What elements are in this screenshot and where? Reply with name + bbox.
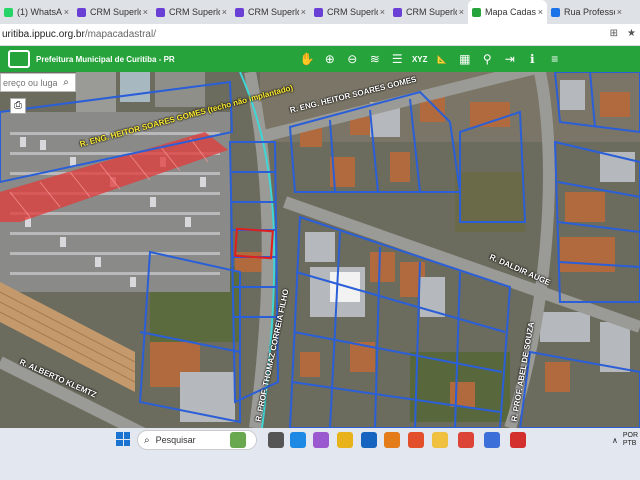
tab-favicon-icon — [393, 7, 402, 17]
measure-icon[interactable]: 📐 — [431, 46, 454, 72]
browser-tab[interactable]: CRM Superlo × — [389, 0, 468, 24]
tab-favicon-icon — [156, 7, 165, 17]
browser-tab-strip: (1) WhatsApp×CRM Superlo×CRM Superlo×CRM… — [0, 0, 640, 24]
info-icon[interactable]: ℹ — [521, 46, 544, 72]
address-search-input[interactable] — [1, 77, 57, 88]
layer-list-icon[interactable]: ☰ — [386, 46, 409, 72]
tab-label: CRM Superlo — [406, 7, 457, 17]
tab-label: Mapa Cadast — [485, 7, 536, 17]
url-host: uritiba.ippuc.org.br — [2, 29, 85, 40]
windows-taskbar: ⌕ Pesquisar ∧ POR PTB — [0, 428, 640, 480]
printer-icon[interactable]: ⎙ — [10, 98, 26, 114]
tab-favicon-icon — [551, 7, 560, 17]
file-explorer-icon[interactable] — [432, 432, 448, 448]
tab-favicon-icon — [4, 7, 13, 17]
tab-favicon-icon — [314, 7, 323, 17]
tab-label: CRM Superlo — [90, 7, 141, 17]
acrobat-icon[interactable] — [510, 432, 526, 448]
search-icon: ⌕ — [144, 434, 150, 446]
tab-favicon-icon — [235, 7, 244, 17]
url-text[interactable]: uritiba.ippuc.org.br/mapacadastral/ — [0, 29, 156, 40]
lang-top: POR — [622, 432, 638, 439]
city-logo — [8, 50, 30, 68]
chrome-icon[interactable] — [337, 432, 353, 448]
lang-bottom: PTB — [622, 440, 637, 447]
url-path: /mapacadastral/ — [84, 29, 156, 40]
menu-icon[interactable]: ≡ — [544, 46, 567, 72]
xyz-icon[interactable]: XYZ — [409, 46, 432, 72]
app-icon[interactable] — [484, 432, 500, 448]
map-toolbar: ✋ ⊕ ⊖ ≋ ☰ XYZ 📐 ▦ ⚲ ⇥ ℹ ≡ — [296, 46, 566, 72]
tab-close-icon[interactable]: × — [380, 7, 385, 17]
tab-label: CRM Superlo — [327, 7, 378, 17]
pin-icon[interactable]: ⚲ — [476, 46, 499, 72]
widget-icon[interactable] — [230, 432, 246, 448]
tab-label: Rua Professo — [564, 7, 615, 17]
app-title: Prefeitura Municipal de Curitiba - PR — [36, 54, 175, 64]
address-search-box[interactable]: ⌕ — [0, 73, 76, 92]
system-tray[interactable]: ∧ POR PTB — [612, 432, 638, 448]
edge-icon[interactable] — [290, 432, 306, 448]
tab-close-icon[interactable]: × — [301, 7, 306, 17]
app-header: Prefeitura Municipal de Curitiba - PR ✋ ⊕… — [0, 46, 640, 72]
tab-close-icon[interactable]: × — [538, 7, 543, 17]
browser-tab[interactable]: Rua Professo × — [547, 0, 626, 24]
tab-label: (1) WhatsApp — [17, 7, 62, 17]
tab-close-icon[interactable]: × — [459, 7, 464, 17]
browser-tab[interactable]: CRM Superlo × — [73, 0, 152, 24]
taskbar-search-label: Pesquisar — [155, 435, 196, 445]
language-indicator[interactable]: POR PTB — [623, 432, 638, 448]
tab-close-icon[interactable]: × — [617, 7, 622, 17]
layers-icon[interactable]: ≋ — [364, 46, 387, 72]
browser-tab[interactable]: (1) WhatsApp× — [0, 0, 73, 24]
translate-icon[interactable]: ⊞ — [610, 28, 618, 39]
tab-favicon-icon — [472, 7, 481, 17]
search-icon[interactable]: ⌕ — [57, 77, 75, 88]
tab-close-icon[interactable]: × — [143, 7, 148, 17]
pan-hand-icon[interactable]: ✋ — [296, 46, 319, 72]
office-icon[interactable] — [408, 432, 424, 448]
browser-tab[interactable]: CRM Superlo × — [231, 0, 310, 24]
star-icon[interactable]: ★ — [627, 28, 636, 39]
tab-close-icon[interactable]: × — [64, 7, 69, 17]
grid-icon[interactable]: ▦ — [454, 46, 477, 72]
tab-close-icon[interactable]: × — [222, 7, 227, 17]
tab-label: CRM Superlo — [248, 7, 299, 17]
windows-start-button[interactable] — [116, 432, 130, 446]
browser-tab[interactable]: CRM Superlo × — [152, 0, 231, 24]
firefox-icon[interactable] — [384, 432, 400, 448]
copilot-icon[interactable] — [313, 432, 329, 448]
export-icon[interactable]: ⇥ — [499, 46, 522, 72]
chrome-active-icon[interactable] — [458, 432, 474, 448]
browser-tab[interactable]: Mapa Cadast × — [468, 0, 547, 24]
map-canvas[interactable]: R. ENG. HEITOR SOARES GOMES R. ENG. HEIT… — [0, 72, 640, 428]
zoom-in-icon[interactable]: ⊕ — [319, 46, 342, 72]
browser-tab[interactable]: CRM Superlo × — [310, 0, 389, 24]
tab-favicon-icon — [77, 7, 86, 17]
address-bar[interactable]: uritiba.ippuc.org.br/mapacadastral/ ⊞ ★ — [0, 24, 640, 46]
outlook-icon[interactable] — [361, 432, 377, 448]
chevron-up-icon[interactable]: ∧ — [612, 436, 618, 445]
satellite-map[interactable] — [0, 72, 640, 428]
task-view-icon[interactable] — [268, 432, 284, 448]
zoom-out-icon[interactable]: ⊖ — [341, 46, 364, 72]
tab-label: CRM Superlo — [169, 7, 220, 17]
